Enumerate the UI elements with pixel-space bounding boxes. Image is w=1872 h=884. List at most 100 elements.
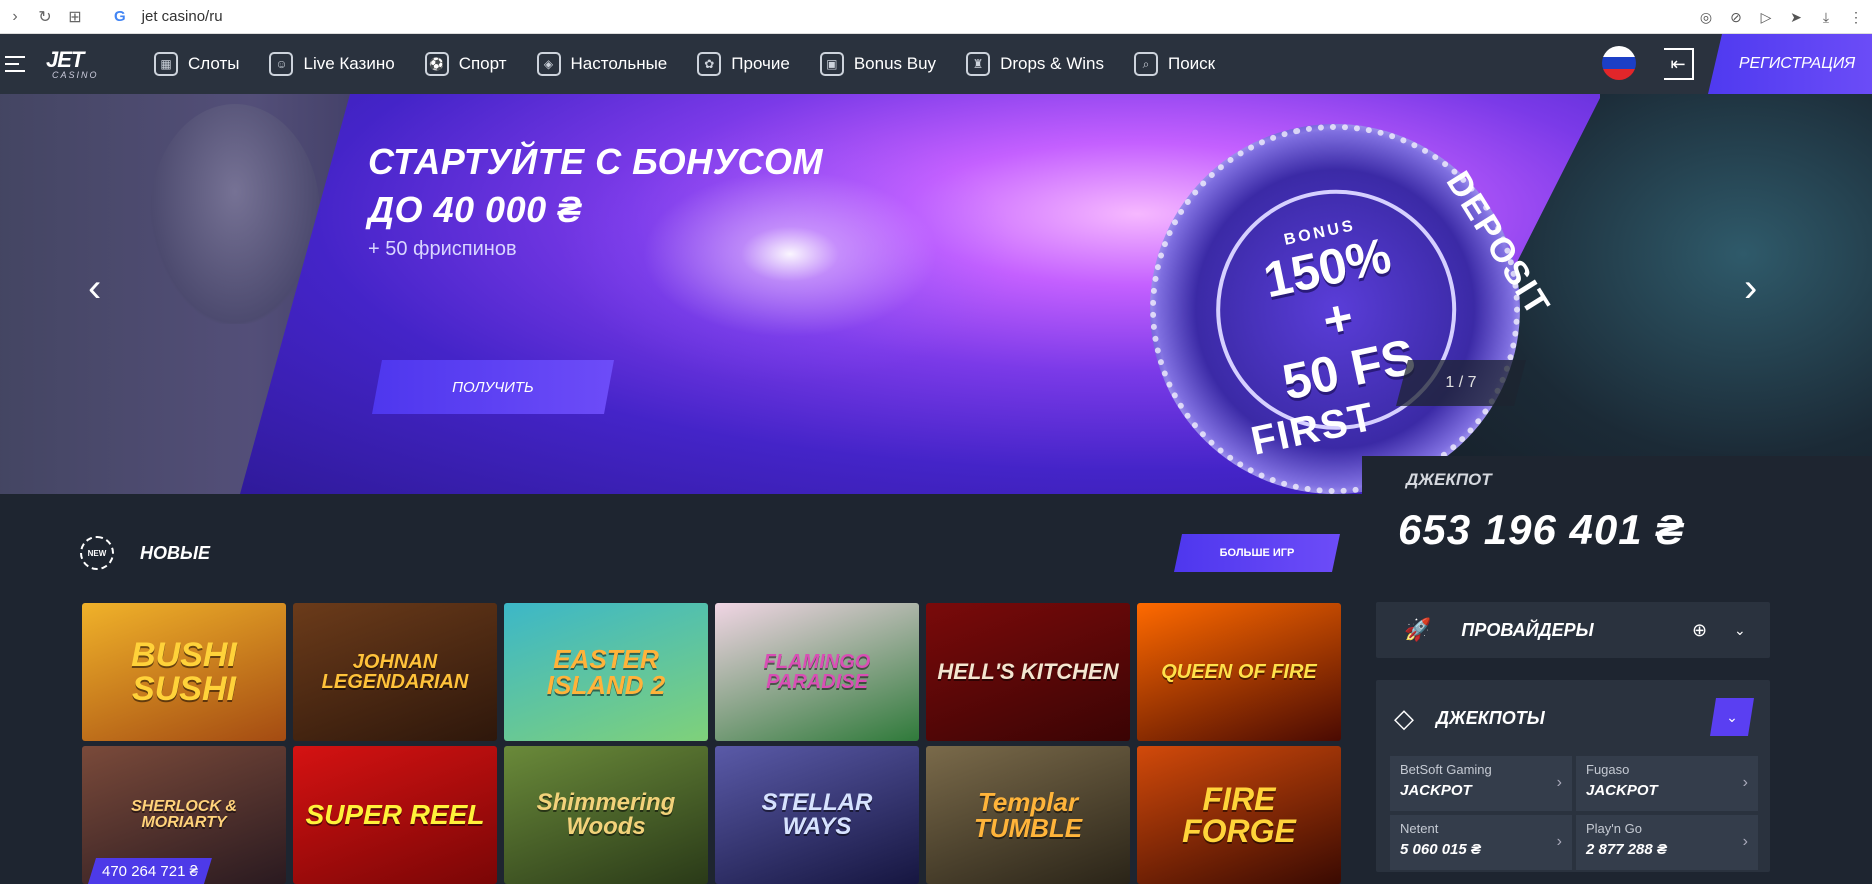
logo[interactable]: JET CASINO (46, 46, 106, 80)
nav-item-6[interactable]: ♜ Drops & Wins (966, 52, 1104, 76)
menu-dots-icon[interactable]: ⋮ (1848, 9, 1864, 26)
address-bar[interactable]: G jet casino/ru (114, 8, 223, 25)
jackpot-card[interactable]: Play'n Go 2 877 288 ₴ › (1576, 815, 1758, 870)
game-title: FLAMINGO PARADISE (763, 651, 871, 693)
nav-item-0[interactable]: ▦ Слоты (154, 52, 239, 76)
search-icon[interactable]: ⊕ (1692, 620, 1707, 641)
reload-icon[interactable]: ↻ (30, 0, 60, 34)
url-text[interactable]: jet casino/ru (142, 8, 223, 25)
game-title: Shimmering Woods (536, 789, 676, 840)
section-title: НОВЫЕ (140, 542, 211, 563)
game-title: EASTER ISLAND 2 (546, 644, 666, 700)
nav-label: Настольные (570, 54, 668, 73)
jackpot-cards: BetSoft Gaming JACKPOT › Fugaso JACKPOT › Nete… (1376, 756, 1770, 870)
hero-subtitle: + 50 фриспинов (368, 238, 517, 260)
game-jackpot-badge: 470 264 721 ₴ (88, 858, 212, 884)
apps-grid-icon[interactable]: ⊞ (60, 0, 90, 34)
jackpot-amount: JACKPOT (1400, 782, 1472, 799)
game-title: FIRE FORGE (1182, 781, 1296, 849)
nav-label: Слоты (188, 54, 240, 73)
game-tile[interactable]: FLAMINGO PARADISE (715, 603, 919, 741)
game-title: SUPER REEL (305, 799, 485, 830)
game-title: SHERLOCK & MORIARTY (131, 798, 237, 831)
logo-subtext: CASINO (52, 69, 99, 80)
slots-icon: ▦ (154, 52, 178, 76)
jackpot-amount: JACKPOT (1586, 782, 1658, 799)
hero-title: СТАРТУЙТЕ С БОНУСОМ ДО 40 000 ₴ (368, 138, 823, 234)
nav-item-1[interactable]: ☺ Live Казино (269, 52, 395, 76)
nav-item-5[interactable]: ▣ Bonus Buy (819, 52, 937, 76)
rocket-icon: 🚀 (1404, 617, 1432, 642)
game-title: QUEEN OF FIRE (1161, 661, 1317, 683)
hero-banner: BONUS 150% + 50 FS FIRST DEPOSIT СТАРТУЙ… (0, 94, 1872, 494)
jackpot-provider: Fugaso (1586, 762, 1630, 777)
more-games-button[interactable]: БОЛЬШЕ ИГР (1174, 534, 1340, 572)
live-dealer-icon: ☺ (269, 52, 294, 76)
slide-counter: 1 / 7 (1396, 360, 1526, 406)
language-flag-icon[interactable] (1602, 46, 1636, 80)
other-games-icon: ✿ (697, 52, 722, 76)
chevron-down-icon[interactable]: ⌄ (1734, 622, 1746, 639)
trophy-icon: ♜ (966, 52, 991, 76)
chevron-right-icon: › (1742, 774, 1748, 791)
chevron-left-icon[interactable]: ‹ (88, 268, 112, 310)
game-tile[interactable]: STELLAR WAYS (715, 746, 919, 884)
game-title: BUSHI SUSHI (131, 636, 237, 708)
chevron-right-icon: › (1742, 833, 1748, 850)
block-icon[interactable]: ⊘ (1728, 9, 1744, 26)
game-tile[interactable]: FIRE FORGE (1137, 746, 1341, 884)
chevron-down-icon[interactable]: ⌄ (1710, 698, 1754, 736)
site-header: JET CASINO ▦ Слоты ☺ Live Казино ⚽ Спорт ◈ Наст… (0, 34, 1872, 94)
sport-icon: ⚽ (424, 52, 449, 76)
browser-toolbar: › ↻ ⊞ G jet casino/ru ◎ ⊘ ▷ ➤ ⤓ ⋮ (0, 0, 1872, 34)
game-tile[interactable]: SUPER REEL (293, 746, 497, 884)
login-icon[interactable]: ⇤ (1664, 48, 1694, 80)
download-icon[interactable]: ⤓ (1818, 9, 1834, 26)
hero-player-image (150, 104, 320, 324)
game-tile[interactable]: Templar TUMBLE (926, 746, 1130, 884)
game-tile[interactable]: SHERLOCK & MORIARTY 470 264 721 ₴ (82, 746, 286, 884)
game-tile[interactable]: BUSHI SUSHI (82, 603, 286, 741)
game-title: JOHNAN LEGENDARIAN (321, 651, 469, 693)
google-icon: G (114, 8, 126, 25)
main-nav: ▦ Слоты ☺ Live Казино ⚽ Спорт ◈ Настольные ✿ Проч… (154, 52, 1245, 76)
nav-label: Live Казино (303, 54, 395, 73)
hero-title-line1: СТАРТУЙТЕ С БОНУСОМ (368, 141, 824, 182)
chevron-right-icon[interactable]: › (1744, 268, 1768, 310)
jackpot-amount: 2 877 288 ₴ (1586, 841, 1667, 858)
logo-text: JET (46, 46, 84, 72)
jackpot-amount: 5 060 015 ₴ (1400, 841, 1481, 858)
nav-item-7[interactable]: ⌕ Поиск (1133, 52, 1215, 76)
get-bonus-button[interactable]: ПОЛУЧИТЬ (372, 360, 614, 414)
nav-label: Bonus Buy (853, 54, 937, 73)
nav-item-4[interactable]: ✿ Прочие (697, 52, 790, 76)
hero-title-line2: ДО 40 000 ₴ (368, 189, 582, 230)
forward-icon[interactable]: › (0, 0, 30, 34)
jackpot-card[interactable]: Fugaso JACKPOT › (1576, 756, 1758, 811)
providers-panel[interactable]: 🚀 ПРОВАЙДЕРЫ ⊕ ⌄ (1376, 602, 1770, 658)
game-tile[interactable]: JOHNAN LEGENDARIAN (293, 603, 497, 741)
game-title: Templar TUMBLE (973, 787, 1083, 843)
badge-freespins: 50 FS (1277, 328, 1420, 411)
camera-icon[interactable]: ◎ (1698, 9, 1714, 26)
game-tile[interactable]: HELL'S KITCHEN (926, 603, 1130, 741)
game-tile[interactable]: Shimmering Woods (504, 746, 708, 884)
game-tile[interactable]: QUEEN OF FIRE (1137, 603, 1341, 741)
play-icon[interactable]: ▷ (1758, 9, 1774, 26)
nav-item-2[interactable]: ⚽ Спорт (424, 52, 507, 76)
games-grid: BUSHI SUSHI JOHNAN LEGENDARIAN EASTER ISLA… (82, 603, 1342, 884)
gift-icon: ▣ (819, 52, 844, 76)
jackpot-provider: Netent (1400, 821, 1439, 836)
new-badge-icon: NEW (80, 536, 114, 570)
nav-label: Спорт (458, 54, 507, 73)
search-icon: ⌕ (1133, 52, 1158, 76)
send-icon[interactable]: ➤ (1788, 9, 1804, 26)
badge-plus: + (1317, 288, 1359, 349)
jackpot-card[interactable]: Netent 5 060 015 ₴ › (1390, 815, 1572, 870)
nav-item-3[interactable]: ◈ Настольные (536, 52, 668, 76)
game-title: HELL'S KITCHEN (937, 659, 1119, 684)
jackpot-card[interactable]: BetSoft Gaming JACKPOT › (1390, 756, 1572, 811)
game-tile[interactable]: EASTER ISLAND 2 (504, 603, 708, 741)
register-button[interactable]: РЕГИСТРАЦИЯ (1708, 34, 1872, 94)
hamburger-menu-icon[interactable] (0, 34, 30, 94)
